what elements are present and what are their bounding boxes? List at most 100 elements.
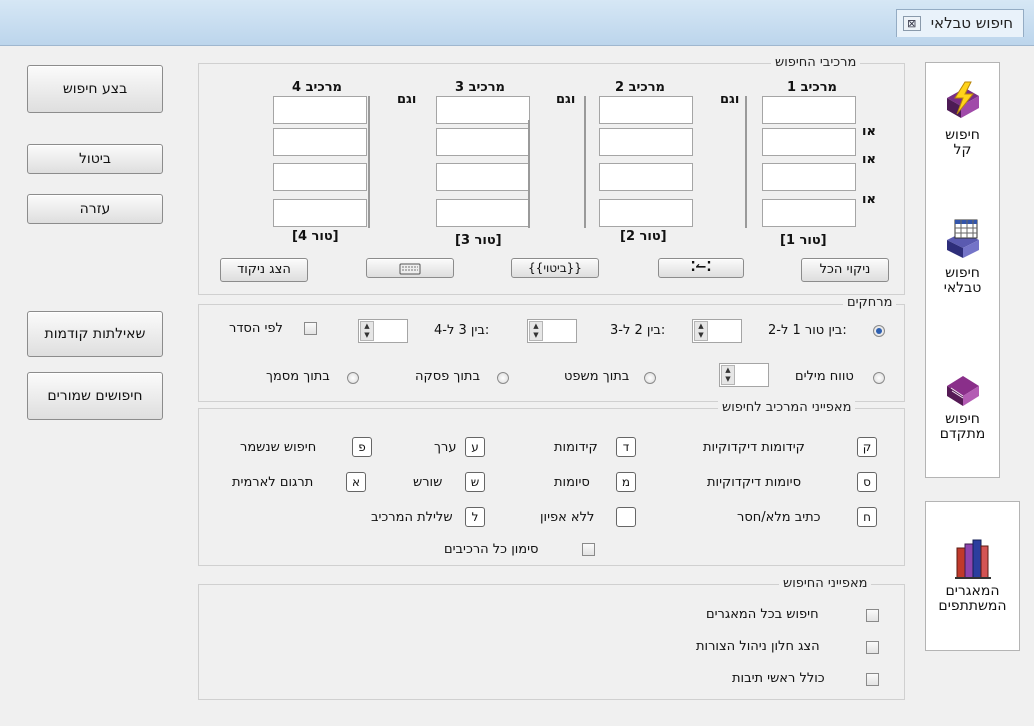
column-separator [528,120,530,228]
tab-title: חיפוש טבלאי [930,14,1013,32]
spinner-arrows-icon[interactable]: ▲ ▼ [694,321,708,341]
search-button[interactable]: בצע חיפוש [27,65,163,113]
distance-1-2-label: בין טור 1 ל-2: [768,323,847,338]
in-paragraph-label: בתוך פסקה [415,369,480,384]
word-range-spinner[interactable]: ▲ ▼ [719,363,769,387]
term-input[interactable] [762,96,856,124]
lightning-book-icon [946,81,979,118]
features-legend: מאפייני המרכיב לחיפוש [718,400,856,415]
sidebar-label: חיפוש [945,411,980,427]
term-input[interactable] [762,199,856,227]
term-input[interactable] [273,163,367,191]
title-bar: חיפוש טבלאי ⊠ [0,0,1034,46]
key-badge[interactable]: ל [465,507,485,527]
in-order-checkbox[interactable] [304,322,317,335]
term-input[interactable] [436,163,530,191]
in-document-label: בתוך מסמך [266,369,330,384]
sidebar-label: חיפוש [945,127,980,143]
key-badge[interactable]: ד [616,437,636,457]
column-separator [745,96,747,228]
term-input[interactable] [599,128,693,156]
show-forms-checkbox[interactable] [866,641,879,654]
in-document-radio[interactable] [347,372,359,384]
column-4-header: מרכיב 4 [292,80,342,95]
tab-tabular-search[interactable]: חיפוש טבלאי ⊠ [895,9,1024,37]
sidebar-label: המאגרים [945,583,1000,599]
word-range-label: טווח מילים [795,369,854,384]
column-separator [368,96,370,228]
distances-legend: מרחקים [843,295,897,310]
spinner-arrows-icon[interactable]: ▲ ▼ [360,321,374,341]
term-input[interactable] [762,128,856,156]
column-1-header: מרכיב 1 [787,80,837,95]
wildcard-button[interactable]: ⁚↼⁚ [658,258,744,278]
distance-3-4-spinner[interactable]: ▲ ▼ [358,319,408,343]
term-input[interactable] [436,128,530,156]
sidebar-label: קל [953,142,972,158]
term-input[interactable] [273,128,367,156]
distance-1-2-radio[interactable] [873,325,885,337]
word-range-radio[interactable] [873,372,885,384]
search-features-legend: מאפייני החיפוש [779,576,872,591]
column-2-footer: [טור 2] [620,229,667,244]
spinner-arrows-icon[interactable]: ▲ ▼ [721,365,735,385]
term-input[interactable] [762,163,856,191]
term-input[interactable] [273,96,367,124]
keyboard-icon [399,263,421,274]
sidebar-item-easy-search[interactable]: חיפוש קל [926,80,999,158]
term-input[interactable] [273,199,367,227]
term-input[interactable] [599,163,693,191]
sidebar-item-repositories[interactable]: המאגרים המשתתפים [926,538,1019,614]
key-badge[interactable]: ק [857,437,877,457]
or-label-2: או [862,152,876,167]
expression-button[interactable]: {{ביטוי}} [511,258,599,278]
feature-label: כתיב מלא/חסר [737,510,821,525]
all-repos-checkbox[interactable] [866,609,879,622]
in-sentence-radio[interactable] [644,372,656,384]
previous-queries-button[interactable]: שאילתות קודמות [27,311,163,357]
components-legend: מרכיבי החיפוש [771,55,861,70]
column-2-header: מרכיב 2 [615,80,665,95]
feature-label: תרגום לארמית [232,475,314,490]
keyboard-button[interactable] [366,258,454,278]
sidebar-item-advanced-search[interactable]: חיפוש מתקדם [926,368,999,442]
key-badge[interactable]: א [346,472,366,492]
show-forms-label: הצג חלון ניהול הצורות [696,639,820,654]
in-paragraph-radio[interactable] [497,372,509,384]
and-label-1: וגם [720,92,740,107]
distance-1-2-spinner[interactable]: ▲ ▼ [692,319,742,343]
show-vowels-button[interactable]: הצג ניקוד [220,258,308,282]
purple-book-icon [946,376,979,406]
saved-searches-button[interactable]: חיפושים שמורים [27,372,163,420]
feature-label: ערך [434,440,457,455]
term-input[interactable] [599,199,693,227]
feature-label: סיומות [554,475,590,490]
key-badge[interactable] [616,507,636,527]
key-badge[interactable]: מ [616,472,636,492]
spinner-arrows-icon[interactable]: ▲ ▼ [529,321,543,341]
help-button[interactable]: עזרה [27,194,163,224]
mark-all-checkbox[interactable] [582,543,595,556]
sidebar-label: מתקדם [939,426,986,442]
key-badge[interactable]: ס [857,472,877,492]
distance-2-3-spinner[interactable]: ▲ ▼ [527,319,577,343]
key-badge[interactable]: פ [352,437,372,457]
close-icon[interactable]: ⊠ [902,16,921,31]
include-acronyms-checkbox[interactable] [866,673,879,686]
table-book-icon [946,219,979,258]
or-label-3: או [862,192,876,207]
cancel-button[interactable]: ביטול [27,144,163,174]
sidebar-item-tabular-search[interactable]: חיפוש טבלאי [926,218,999,296]
column-separator [584,96,586,228]
key-badge[interactable]: ע [465,437,485,457]
feature-label: סיומות דיקדוקיות [707,475,802,490]
key-badge[interactable]: ח [857,507,877,527]
key-badge[interactable]: ש [465,472,485,492]
term-input[interactable] [599,96,693,124]
term-input[interactable] [436,199,530,227]
sidebar-label: טבלאי [943,280,982,296]
in-order-label: לפי הסדר [229,321,283,336]
column-3-header: מרכיב 3 [455,80,505,95]
clear-all-button[interactable]: ניקוי הכל [801,258,889,282]
term-input[interactable] [436,96,530,124]
